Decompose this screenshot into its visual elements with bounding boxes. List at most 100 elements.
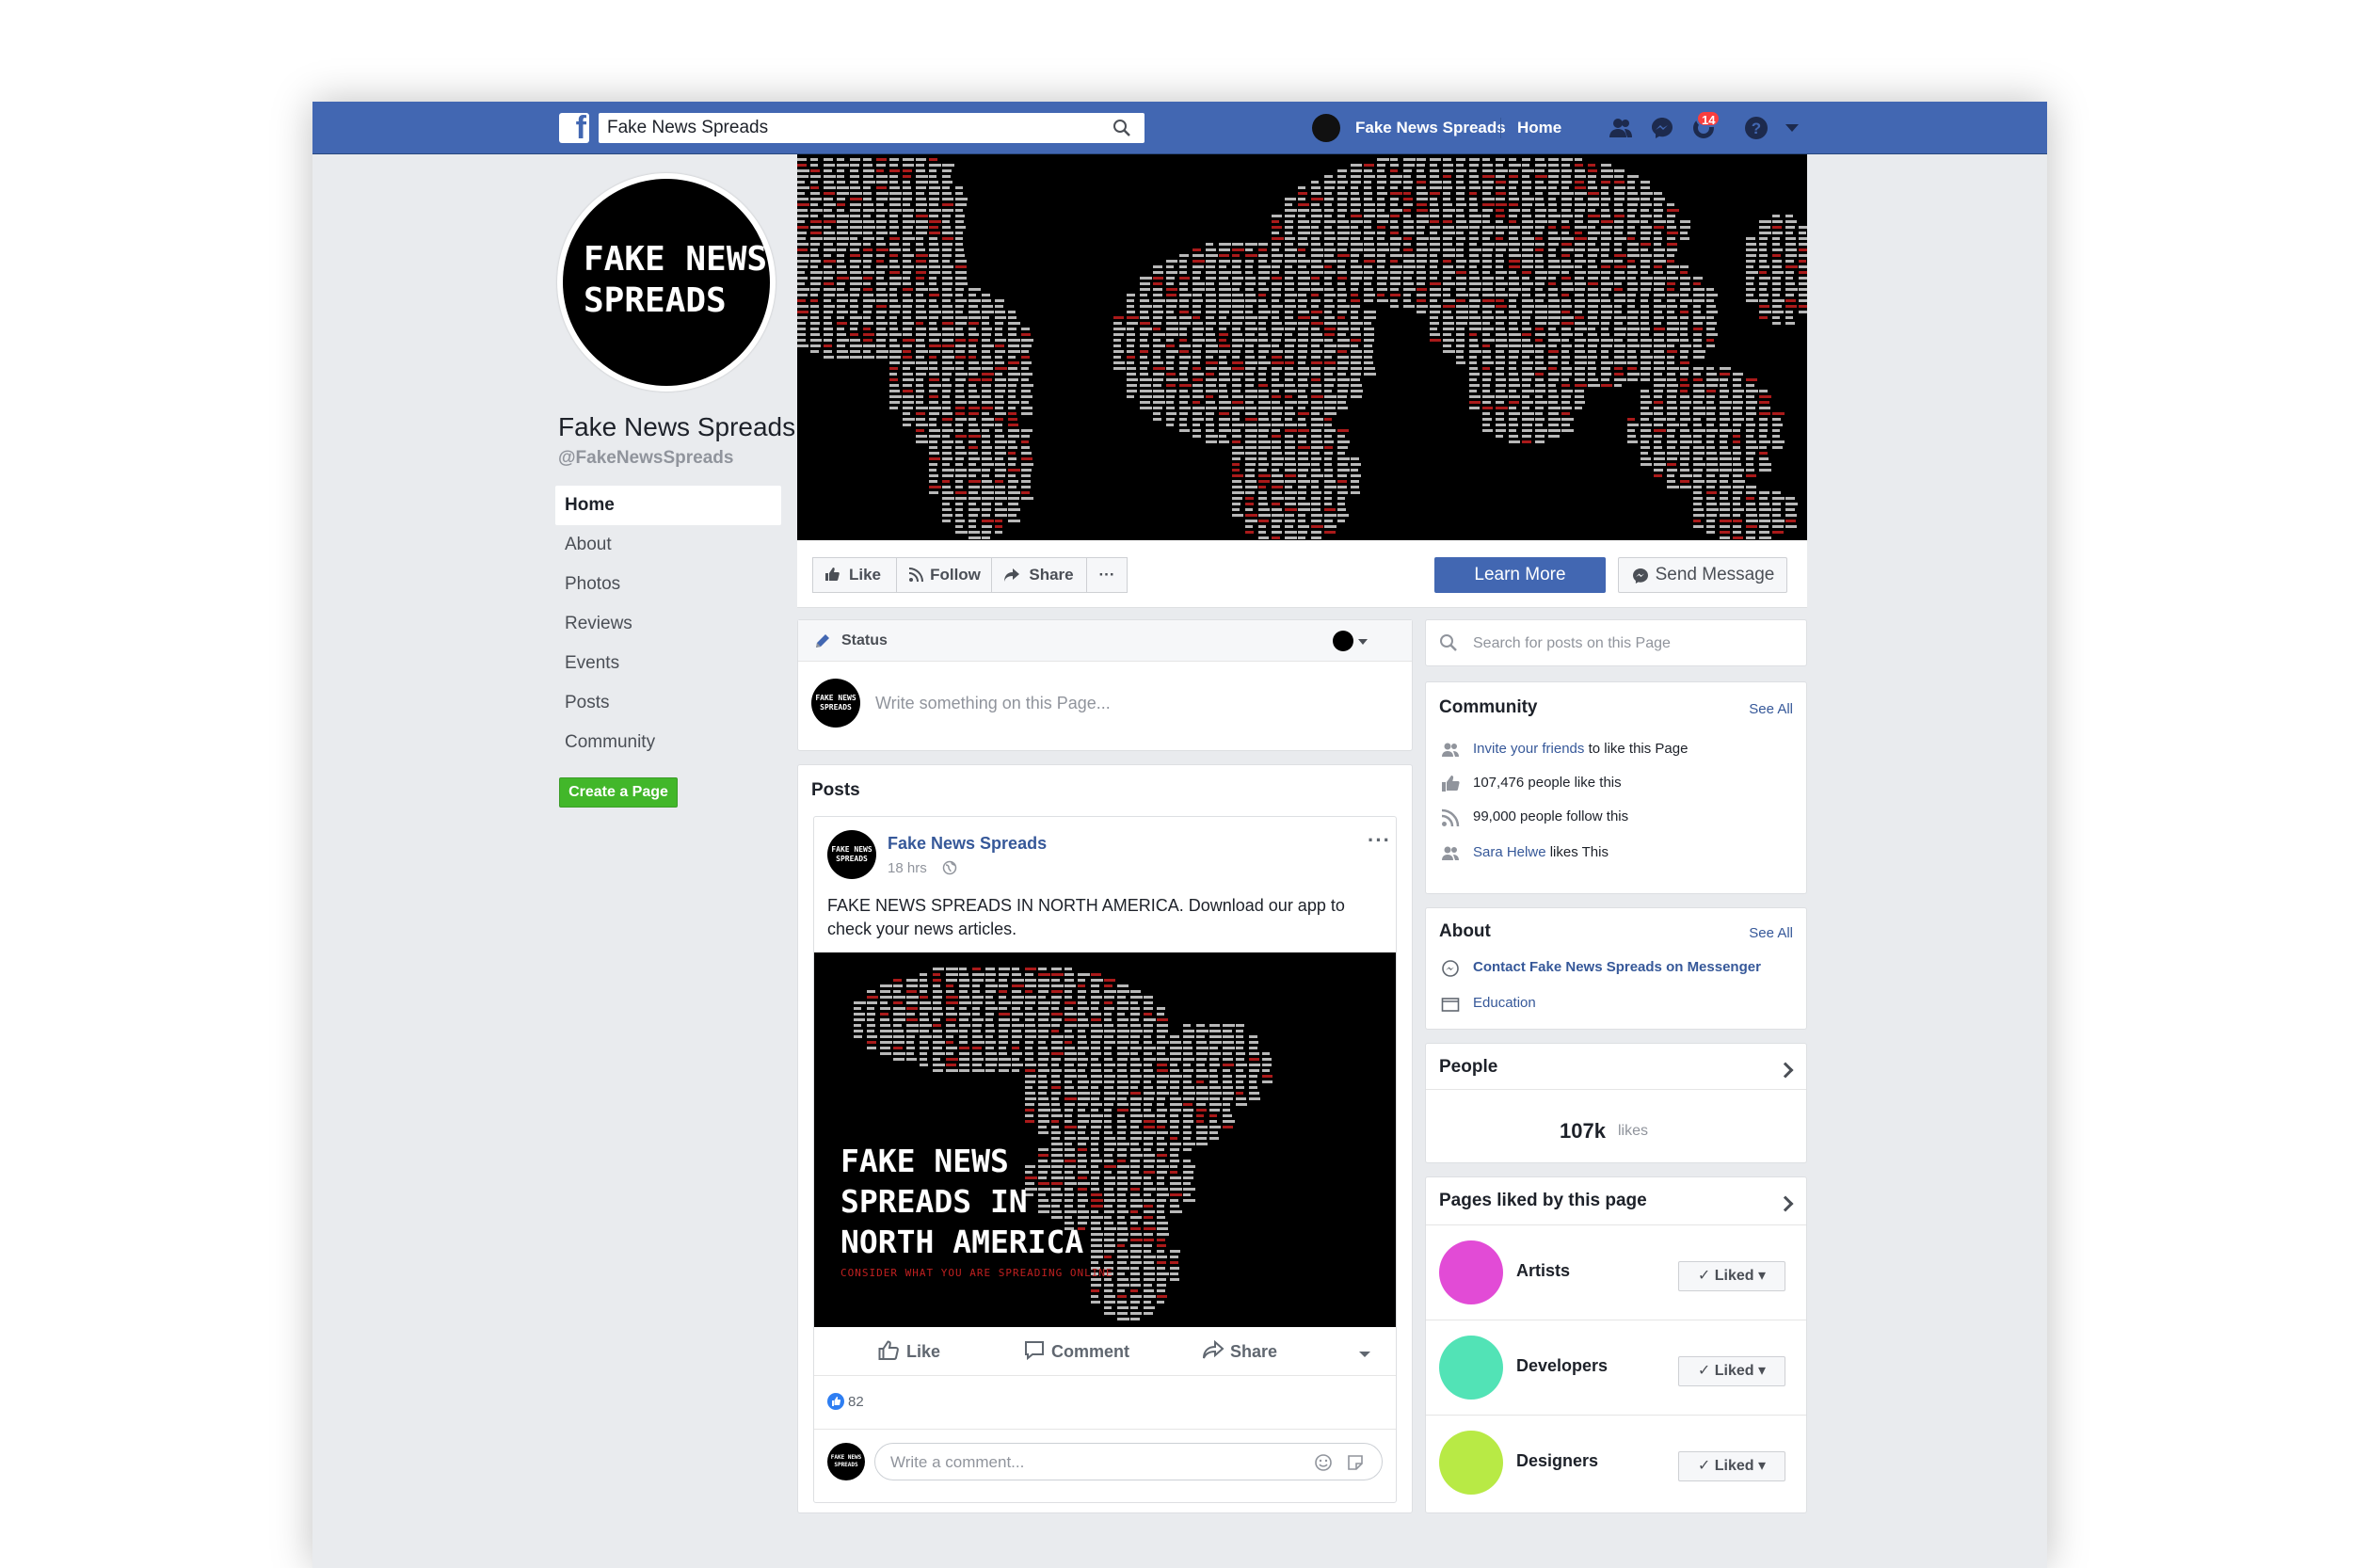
account-menu-chevron-down-icon[interactable] bbox=[1783, 119, 1801, 137]
liked-page-row: Developers ✓ Liked ▾ bbox=[1426, 1320, 1806, 1415]
page-title[interactable]: Fake News Spreads bbox=[558, 412, 795, 442]
share-options-chevron-down-icon[interactable] bbox=[1358, 1350, 1371, 1359]
cover-world-map-graphic bbox=[797, 158, 1807, 539]
learn-more-button[interactable]: Learn More bbox=[1434, 557, 1606, 593]
page-action-bar: Like Follow Share ··· Learn More Send Me… bbox=[797, 540, 1807, 608]
notification-badge: 14 bbox=[1696, 110, 1721, 127]
post-author-avatar[interactable]: FAKE NEWS SPREADS bbox=[827, 830, 876, 879]
liked-page-avatar[interactable] bbox=[1439, 1431, 1503, 1495]
search-icon bbox=[1440, 634, 1457, 651]
search-input[interactable] bbox=[599, 113, 1088, 143]
education-link[interactable]: Education bbox=[1473, 995, 1536, 1011]
cover-photo[interactable] bbox=[797, 154, 1807, 540]
page-profile-picture[interactable]: FAKE NEWS SPREADS bbox=[557, 173, 776, 392]
post-as-avatar[interactable] bbox=[1333, 631, 1353, 651]
page-likes-count[interactable]: 107,476 people like this bbox=[1473, 775, 1622, 791]
page-handle[interactable]: @FakeNewsSpreads bbox=[558, 448, 733, 469]
followers-icon bbox=[1441, 808, 1460, 827]
status-tab-bar: Status bbox=[798, 620, 1412, 662]
chevron-down-icon[interactable] bbox=[1357, 637, 1369, 647]
status-tab[interactable]: Status bbox=[841, 632, 888, 649]
community-see-all-link[interactable]: See All bbox=[1749, 701, 1793, 717]
like-page-button[interactable]: Like bbox=[812, 557, 897, 593]
search-bar[interactable] bbox=[599, 113, 1144, 143]
more-options-button[interactable]: ··· bbox=[1086, 557, 1128, 593]
emoji-icon[interactable] bbox=[1314, 1453, 1333, 1472]
nav-item-photos[interactable]: Photos bbox=[555, 565, 781, 604]
about-card: About See All Contact Fake News Spreads … bbox=[1425, 907, 1807, 1030]
post-text: FAKE NEWS SPREADS IN NORTH AMERICA. Down… bbox=[827, 896, 1345, 938]
composer-avatar: FAKE NEWS SPREADS bbox=[811, 679, 860, 728]
create-page-button[interactable]: Create a Page bbox=[559, 777, 678, 808]
liked-page-name[interactable]: Artists bbox=[1516, 1261, 1570, 1281]
search-icon[interactable] bbox=[1112, 119, 1131, 137]
nav-item-about[interactable]: About bbox=[555, 525, 781, 565]
check-icon: ✓ bbox=[1697, 1458, 1715, 1474]
nav-item-home[interactable]: Home bbox=[555, 486, 781, 525]
post-options-icon[interactable]: ··· bbox=[1368, 828, 1391, 853]
nav-item-community[interactable]: Community bbox=[555, 723, 781, 762]
liked-toggle-button[interactable]: ✓ Liked ▾ bbox=[1678, 1356, 1785, 1386]
post-comment-button[interactable]: Comment bbox=[1023, 1340, 1129, 1362]
chevron-down-icon: ▾ bbox=[1753, 1458, 1767, 1474]
people-heading[interactable]: People bbox=[1439, 1057, 1497, 1078]
people-likes-count: 107k bbox=[1560, 1119, 1606, 1143]
messenger-icon bbox=[1633, 568, 1648, 584]
liked-page-avatar[interactable] bbox=[1439, 1336, 1503, 1400]
page-posts-search-input[interactable]: Search for posts on this Page bbox=[1473, 635, 1671, 652]
page-logo: FAKE NEWS SPREADS bbox=[563, 179, 770, 386]
posts-card: Posts FAKE NEWS SPREADS Fake News Spreads… bbox=[797, 764, 1413, 1513]
profile-name-link[interactable]: Fake News Spreads bbox=[1355, 119, 1506, 137]
friend-requests-icon[interactable] bbox=[1608, 115, 1634, 141]
reaction-summary[interactable]: 82 bbox=[827, 1393, 864, 1410]
check-icon: ✓ bbox=[1697, 1268, 1715, 1284]
friend-name-link[interactable]: Sara Helwe bbox=[1473, 844, 1546, 860]
check-icon: ✓ bbox=[1697, 1363, 1715, 1379]
post-timestamp[interactable]: 18 hrs bbox=[888, 860, 927, 876]
liked-page-row: Artists ✓ Liked ▾ bbox=[1426, 1224, 1806, 1320]
post-like-button[interactable]: Like bbox=[878, 1340, 940, 1362]
invite-friends-link[interactable]: Invite your friends bbox=[1473, 741, 1584, 757]
liked-page-name[interactable]: Designers bbox=[1516, 1451, 1598, 1471]
sticker-icon[interactable] bbox=[1346, 1453, 1365, 1472]
send-message-button[interactable]: Send Message bbox=[1618, 557, 1787, 593]
nav-item-events[interactable]: Events bbox=[555, 644, 781, 683]
help-icon[interactable]: ? bbox=[1743, 115, 1769, 141]
share-page-button[interactable]: Share bbox=[991, 557, 1087, 593]
pages-liked-heading[interactable]: Pages liked by this page bbox=[1439, 1191, 1647, 1211]
post-share-button[interactable]: Share bbox=[1202, 1339, 1277, 1362]
messenger-icon bbox=[1442, 960, 1459, 977]
liked-page-name[interactable]: Developers bbox=[1516, 1356, 1608, 1376]
facebook-logo-icon[interactable]: f bbox=[559, 110, 589, 146]
chevron-right-icon[interactable] bbox=[1777, 1195, 1794, 1212]
liked-page-avatar[interactable] bbox=[1439, 1240, 1503, 1304]
about-see-all-link[interactable]: See All bbox=[1749, 925, 1793, 941]
pencil-icon bbox=[816, 634, 829, 648]
page-likes-icon bbox=[1442, 776, 1460, 792]
liked-toggle-button[interactable]: ✓ Liked ▾ bbox=[1678, 1261, 1785, 1291]
profile-avatar[interactable] bbox=[1312, 114, 1340, 142]
post-author-link[interactable]: Fake News Spreads bbox=[888, 834, 1047, 854]
comment-input[interactable]: Write a comment... bbox=[874, 1443, 1383, 1480]
share-arrow-icon bbox=[1004, 568, 1019, 582]
post-image[interactable]: FAKE NEWS SPREADS IN NORTH AMERICA CONSI… bbox=[814, 952, 1396, 1327]
chevron-right-icon[interactable] bbox=[1777, 1062, 1794, 1079]
messenger-icon[interactable] bbox=[1649, 115, 1675, 141]
contact-messenger-link[interactable]: Contact Fake News Spreads on Messenger bbox=[1473, 959, 1761, 975]
follow-page-button[interactable]: Follow bbox=[896, 557, 992, 593]
comment-composer: FAKE NEWS SPREADS Write a comment... bbox=[814, 1429, 1396, 1502]
comment-placeholder: Write a comment... bbox=[890, 1453, 1025, 1471]
liked-toggle-button[interactable]: ✓ Liked ▾ bbox=[1678, 1451, 1785, 1481]
nav-item-reviews[interactable]: Reviews bbox=[555, 604, 781, 644]
commenter-avatar: FAKE NEWS SPREADS bbox=[827, 1443, 865, 1480]
chevron-down-icon: ▾ bbox=[1753, 1268, 1767, 1284]
write-post-input[interactable]: Write something on this Page... bbox=[875, 694, 1111, 713]
page-posts-search[interactable]: Search for posts on this Page bbox=[1425, 619, 1807, 666]
people-card: People 107k likes bbox=[1425, 1043, 1807, 1163]
home-link[interactable]: Home bbox=[1517, 119, 1561, 137]
nav-item-posts[interactable]: Posts bbox=[555, 683, 781, 723]
pages-liked-card: Pages liked by this page Artists ✓ Liked… bbox=[1425, 1176, 1807, 1513]
page-follows-count[interactable]: 99,000 people follow this bbox=[1473, 808, 1628, 824]
post-image-subline: CONSIDER WHAT YOU ARE SPREADING ONLINE bbox=[840, 1267, 1113, 1279]
posts-heading: Posts bbox=[811, 780, 860, 800]
